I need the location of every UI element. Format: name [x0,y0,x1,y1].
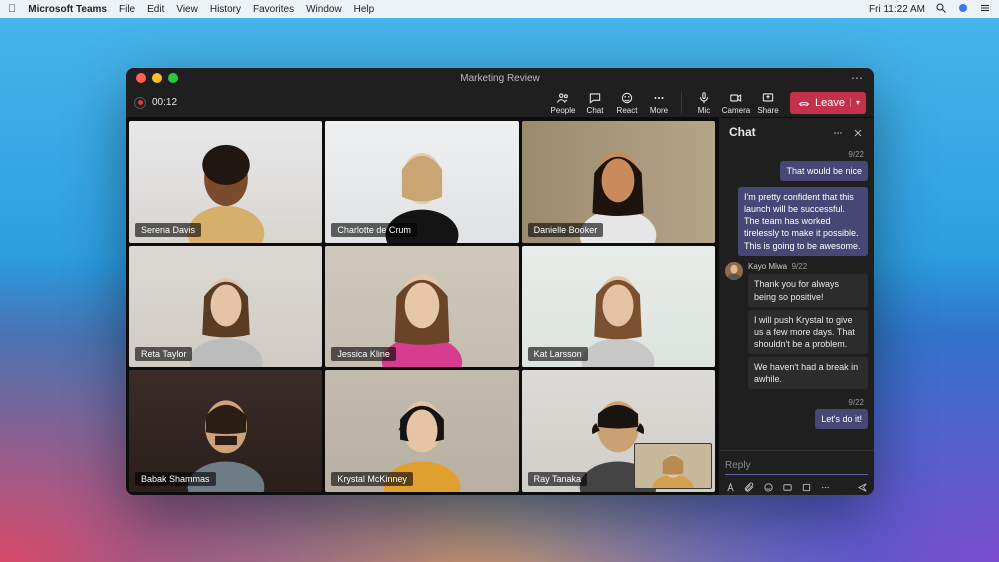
chat-button[interactable]: Chat [579,91,611,115]
menu-history[interactable]: History [210,4,241,15]
toolbar-separator [681,92,682,114]
window-more-icon[interactable]: ⋯ [851,71,864,85]
teams-meeting-window: Marketing Review ⋯ 00:12 People Chat Rea… [126,68,874,495]
video-tile[interactable]: Reta Taylor [129,246,322,368]
video-grid: Serena Davis Charlotte de Crum Danielle … [126,118,718,495]
people-button[interactable]: People [547,91,579,115]
menubar-clock[interactable]: Fri 11:22 AM [869,4,925,15]
emoji-icon[interactable] [763,480,774,491]
video-tile[interactable]: Krystal McKinney [325,370,518,492]
menu-favorites[interactable]: Favorites [253,4,294,15]
more-compose-icon[interactable] [820,480,831,491]
chat-author: Kayo Miwa [748,262,787,271]
zoom-window-button[interactable] [168,73,178,83]
participant-name-tag: Kat Larsson [528,347,588,361]
send-button[interactable] [857,480,868,491]
chat-message-outgoing: 9/22 That would be nice [725,150,868,181]
chevron-down-icon[interactable]: ▾ [850,98,860,107]
hang-up-icon [798,97,810,109]
spotlight-icon[interactable] [935,2,947,17]
menu-edit[interactable]: Edit [147,4,164,15]
menubar-hamburger-icon[interactable] [979,2,991,17]
chat-bubble[interactable]: I will push Krystal to give us a few mor… [748,310,868,354]
participant-name-tag: Charlotte de Crum [331,223,417,237]
people-icon [556,91,570,105]
chat-avatar[interactable] [725,262,743,280]
chat-bubble[interactable]: I'm pretty confident that this launch wi… [738,187,868,256]
chat-timestamp: 9/22 [848,398,864,409]
menu-file[interactable]: File [119,4,135,15]
react-button[interactable]: React [611,91,643,115]
chat-bubble[interactable]: That would be nice [780,161,868,181]
video-tile[interactable]: Ray Tanaka [522,370,715,492]
video-tile[interactable]: Serena Davis [129,121,322,243]
chat-panel-header: Chat [719,118,874,146]
chat-compose-area [719,450,874,495]
participant-name-tag: Ray Tanaka [528,472,587,486]
video-tile[interactable]: Kat Larsson [522,246,715,368]
emoji-icon [620,91,634,105]
participant-name-tag: Serena Davis [135,223,201,237]
chat-timestamp: 9/22 [792,262,808,271]
meeting-title: Marketing Review [460,73,539,84]
menu-view[interactable]: View [176,4,198,15]
chat-message-outgoing: I'm pretty confident that this launch wi… [725,187,868,256]
mic-icon [697,91,711,105]
record-icon [134,97,146,109]
participant-name-tag: Danielle Booker [528,223,604,237]
recording-indicator: 00:12 [134,97,177,109]
participant-name-tag: Reta Taylor [135,347,192,361]
share-screen-icon [761,91,775,105]
share-button[interactable]: Share [752,91,784,115]
chat-message-incoming: Kayo Miwa 9/22 Thank you for always bein… [725,262,868,393]
menu-help[interactable]: Help [354,4,375,15]
gif-icon[interactable] [782,480,793,491]
close-chat-icon[interactable] [852,126,864,138]
leave-label: Leave [815,97,845,109]
apple-menu-icon[interactable]:  [8,3,16,15]
chat-options-icon[interactable] [832,126,844,138]
self-view-pip[interactable] [634,443,712,489]
more-button[interactable]: More [643,91,675,115]
close-window-button[interactable] [136,73,146,83]
control-center-icon[interactable] [957,2,969,17]
minimize-window-button[interactable] [152,73,162,83]
format-icon[interactable] [725,480,736,491]
chat-message-outgoing: 9/22 Let's do it! [725,398,868,429]
meeting-timer: 00:12 [152,97,177,108]
chat-bubble[interactable]: We haven't had a break in awhile. [748,357,868,389]
chat-bubble[interactable]: Let's do it! [815,409,868,429]
meeting-toolbar: 00:12 People Chat React More [126,88,874,118]
leave-button[interactable]: Leave ▾ [790,92,866,114]
menu-window[interactable]: Window [306,4,342,15]
mic-button[interactable]: Mic [688,91,720,115]
chat-panel: Chat 9/22 That would be nice I'm pretty … [718,118,874,495]
participant-name-tag: Krystal McKinney [331,472,413,486]
chat-meta: Kayo Miwa 9/22 [748,262,868,273]
camera-button[interactable]: Camera [720,91,752,115]
menubar-app-name[interactable]: Microsoft Teams [28,4,107,15]
chat-bubble[interactable]: Thank you for always being so positive! [748,274,868,306]
sticker-icon[interactable] [801,480,812,491]
video-tile[interactable]: Charlotte de Crum [325,121,518,243]
traffic-lights [136,73,178,83]
participant-name-tag: Babak Shammas [135,472,216,486]
video-tile[interactable]: Danielle Booker [522,121,715,243]
chat-message-list[interactable]: 9/22 That would be nice I'm pretty confi… [719,146,874,450]
more-icon [652,91,666,105]
camera-icon [729,91,743,105]
participant-name-tag: Jessica Kline [331,347,396,361]
chat-icon [588,91,602,105]
macos-menubar:  Microsoft Teams File Edit View History… [0,0,999,18]
attach-icon[interactable] [744,480,755,491]
chat-reply-input[interactable] [725,457,868,475]
chat-timestamp: 9/22 [848,150,864,161]
window-titlebar[interactable]: Marketing Review ⋯ [126,68,874,88]
chat-panel-title: Chat [729,125,824,139]
video-tile[interactable]: Jessica Kline [325,246,518,368]
video-tile[interactable]: Babak Shammas [129,370,322,492]
